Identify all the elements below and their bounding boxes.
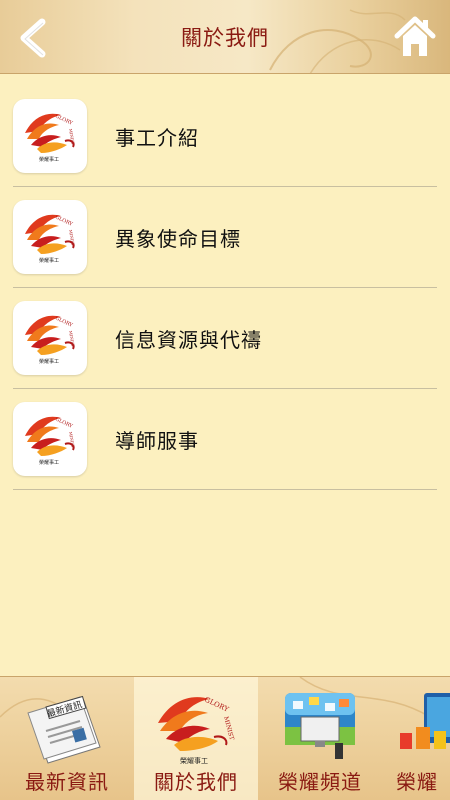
- list-item-label: 異象使命目標: [115, 226, 241, 251]
- home-icon: [394, 16, 436, 56]
- svg-text:GLORY: GLORY: [203, 696, 230, 714]
- svg-text:MINIST: MINIST: [68, 229, 76, 246]
- list-item-label: 信息資源與代禱: [115, 327, 262, 352]
- list-item[interactable]: GLORY MINIST 榮耀事工 事工介紹: [13, 86, 437, 187]
- shop-icon: [394, 687, 450, 771]
- glory-logo-icon: GLORY MINIST 榮耀事工: [13, 402, 87, 476]
- glory-logo-icon: GLORY MINIST 榮耀事工: [13, 301, 87, 375]
- svg-text:榮耀事工: 榮耀事工: [180, 756, 208, 765]
- newspaper-icon: 最新資訊: [24, 687, 110, 771]
- tab-glory-channel[interactable]: 榮耀頻道: [258, 677, 382, 800]
- tab-about-us[interactable]: GLORY MINIST 榮耀事工 關於我們: [134, 677, 258, 800]
- svg-text:MINIST: MINIST: [68, 431, 76, 448]
- tab-label: 榮耀頻道: [278, 770, 362, 794]
- glory-logo-icon: GLORY MINIST 榮耀事工: [13, 200, 87, 274]
- list-item[interactable]: GLORY MINIST 榮耀事工 導師服事: [13, 389, 437, 490]
- tab-latest-news[interactable]: 最新資訊 最新資訊: [0, 677, 134, 800]
- media-channel-icon: [283, 687, 357, 771]
- list-item[interactable]: GLORY MINIST 榮耀事工 信息資源與代禱: [13, 288, 437, 389]
- header-bar: 關於我們: [0, 0, 450, 74]
- tab-glory-shop[interactable]: 榮耀: [382, 677, 450, 800]
- list-item-label: 事工介紹: [115, 125, 199, 150]
- svg-text:MINIST: MINIST: [68, 330, 76, 347]
- svg-text:榮耀事工: 榮耀事工: [39, 156, 59, 163]
- menu-list: GLORY MINIST 榮耀事工 事工介紹 GLORY MINIST 榮耀事工…: [13, 86, 437, 490]
- list-item-label: 導師服事: [115, 428, 199, 453]
- tab-label: 最新資訊: [25, 770, 109, 794]
- svg-text:MINIST: MINIST: [68, 128, 76, 145]
- page-title: 關於我們: [181, 26, 269, 50]
- tab-label: 榮耀: [396, 770, 438, 794]
- svg-text:榮耀事工: 榮耀事工: [39, 459, 59, 466]
- list-item[interactable]: GLORY MINIST 榮耀事工 異象使命目標: [13, 187, 437, 288]
- bottom-tab-bar: 最新資訊 最新資訊 GLORY MINIST 榮耀事工 關於我們 榮耀頻道 榮耀: [0, 676, 450, 800]
- glory-logo-icon: GLORY MINIST 榮耀事工: [13, 99, 87, 173]
- svg-text:榮耀事工: 榮耀事工: [39, 257, 59, 264]
- home-button[interactable]: [394, 14, 436, 60]
- svg-text:榮耀事工: 榮耀事工: [39, 358, 59, 365]
- tab-label: 關於我們: [154, 770, 238, 794]
- logo-icon: GLORY MINIST 榮耀事工: [148, 687, 244, 771]
